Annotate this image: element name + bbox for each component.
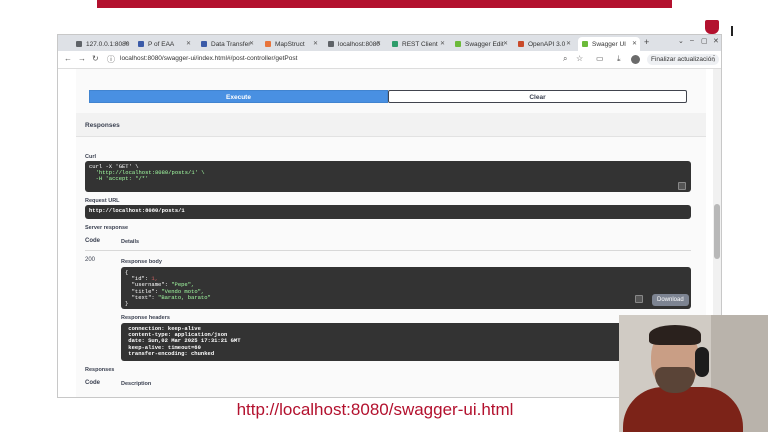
tab-label: Swagger Edit xyxy=(465,40,504,48)
tab-openapi[interactable]: OpenAPI 3.0 ✕ xyxy=(514,37,574,51)
profile-avatar[interactable] xyxy=(631,55,640,64)
close-icon[interactable]: ✕ xyxy=(632,40,637,47)
status-code: 200 xyxy=(85,257,96,263)
new-tab-button[interactable]: + xyxy=(644,37,649,47)
code-column-header: Code xyxy=(85,238,100,244)
copy-icon[interactable] xyxy=(635,295,643,303)
menu-icon[interactable]: ⋮ xyxy=(710,54,718,63)
download-button[interactable]: Download xyxy=(652,294,689,306)
update-button[interactable]: Finalizar actualización xyxy=(647,54,719,65)
page-icon xyxy=(518,41,524,47)
presenter-shirt xyxy=(623,387,743,432)
responses-title: Responses xyxy=(85,122,120,129)
close-icon[interactable]: ✕ xyxy=(440,40,445,47)
minimize-icon[interactable]: – xyxy=(690,37,694,44)
extensions-icon[interactable]: ▭ xyxy=(596,54,604,63)
refresh-icon xyxy=(392,41,398,47)
request-url-label: Request URL xyxy=(85,198,120,204)
bookmark-star-icon[interactable]: ☆ xyxy=(576,54,583,63)
header-line: transfer-encoding: chunked xyxy=(125,349,215,357)
globe-icon xyxy=(328,41,334,47)
url-field[interactable]: localhost:8080/swagger-ui/index.html#/po… xyxy=(120,55,297,62)
scrollbar-thumb[interactable] xyxy=(714,204,720,259)
page-icon xyxy=(138,41,144,47)
response-headers-label: Response headers xyxy=(121,315,170,321)
tab-127-0-0-1[interactable]: 127.0.0.1:8080 ✕ xyxy=(72,37,132,51)
execute-button[interactable]: Execute xyxy=(89,90,388,103)
json-line: } xyxy=(125,300,129,308)
close-icon[interactable]: ✕ xyxy=(249,40,254,47)
tab-label: Swagger UI xyxy=(592,40,626,48)
tab-strip: 127.0.0.1:8080 ✕ P of EAA ✕ Data Transfe… xyxy=(58,35,721,51)
tab-label: MapStruct xyxy=(275,40,305,48)
tab-label: REST Client xyxy=(402,40,438,48)
forward-icon[interactable]: → xyxy=(78,54,86,63)
close-icon[interactable]: ✕ xyxy=(503,40,508,47)
curl-block[interactable]: curl -X 'GET' \ 'http://localhost:8080/p… xyxy=(85,161,691,192)
tab-swagger-ui[interactable]: Swagger UI ✕ xyxy=(578,37,640,51)
table-divider xyxy=(85,250,691,251)
globe-icon xyxy=(76,41,82,47)
maximize-icon[interactable]: ▢ xyxy=(701,37,708,45)
server-response-label: Server response xyxy=(85,225,129,231)
tab-data-transfer[interactable]: Data Transfer ✕ xyxy=(197,37,257,51)
json-key: "text": xyxy=(125,293,159,301)
page-icon xyxy=(201,41,207,47)
tab-label: Data Transfer xyxy=(211,40,251,48)
close-icon[interactable]: ✕ xyxy=(376,40,381,47)
tab-localhost[interactable]: localhost:8080 ✕ xyxy=(324,37,384,51)
clear-button[interactable]: Clear xyxy=(388,90,687,103)
slide-header xyxy=(97,0,733,36)
site-info-icon[interactable]: ⓘ xyxy=(107,54,115,65)
responses-header: Responses xyxy=(76,113,706,137)
response-headers-block[interactable]: connection: keep-alive content-type: app… xyxy=(121,323,691,361)
tab-rest-client[interactable]: REST Client ✕ xyxy=(388,37,448,51)
description-column-header: Description xyxy=(121,381,152,387)
chevron-down-icon[interactable]: ⌄ xyxy=(678,37,684,45)
close-icon[interactable]: ✕ xyxy=(186,40,191,47)
video-frame: 127.0.0.1:8080 ✕ P of EAA ✕ Data Transfe… xyxy=(0,0,768,432)
request-url-block[interactable]: http://localhost:8080/posts/1 xyxy=(85,205,691,219)
copy-icon[interactable] xyxy=(678,182,686,190)
search-icon[interactable]: ⌕ xyxy=(563,54,567,64)
close-icon[interactable]: ✕ xyxy=(124,40,129,47)
json-value: "Barato, barato" xyxy=(158,293,211,301)
logo-divider xyxy=(731,26,733,36)
back-icon[interactable]: ← xyxy=(64,54,72,63)
tab-label: P of EAA xyxy=(148,40,175,48)
details-column-header: Details xyxy=(121,239,140,245)
tab-label: 127.0.0.1:8080 xyxy=(86,40,130,48)
address-bar: ← → ↻ ⓘ localhost:8080/swagger-ui/index.… xyxy=(58,51,721,69)
close-icon[interactable]: ✕ xyxy=(313,40,318,47)
code-column-header-2: Code xyxy=(85,380,100,386)
close-window-icon[interactable]: ✕ xyxy=(713,37,719,45)
close-icon[interactable]: ✕ xyxy=(566,40,571,47)
swagger-content: Execute Clear Responses Curl curl -X 'GE… xyxy=(76,69,706,397)
curl-line: -H 'accept: */*' xyxy=(89,175,149,183)
reload-icon[interactable]: ↻ xyxy=(92,54,99,63)
mapstruct-icon xyxy=(265,41,271,47)
tab-label: OpenAPI 3.0 xyxy=(528,40,566,48)
headset-icon xyxy=(695,347,709,377)
tab-poeaa[interactable]: P of EAA ✕ xyxy=(134,37,194,51)
response-body-label: Response body xyxy=(121,259,162,265)
swagger-icon xyxy=(455,41,461,47)
curl-label: Curl xyxy=(85,154,96,160)
tab-label: localhost:8080 xyxy=(338,40,380,48)
tab-mapstruct[interactable]: MapStruct ✕ xyxy=(261,37,321,51)
university-logo-icon xyxy=(705,20,719,34)
slide-red-band xyxy=(97,0,672,8)
presenter-webcam xyxy=(619,315,768,432)
responses-label: Responses xyxy=(85,367,115,373)
download-icon[interactable]: ⤓ xyxy=(617,54,621,64)
response-body-block[interactable]: { "id": 1, "username": "Pepe", "title": … xyxy=(121,267,691,309)
tab-swagger-editor[interactable]: Swagger Edit ✕ xyxy=(451,37,511,51)
presenter-hair xyxy=(649,325,701,345)
swagger-icon xyxy=(582,41,588,47)
